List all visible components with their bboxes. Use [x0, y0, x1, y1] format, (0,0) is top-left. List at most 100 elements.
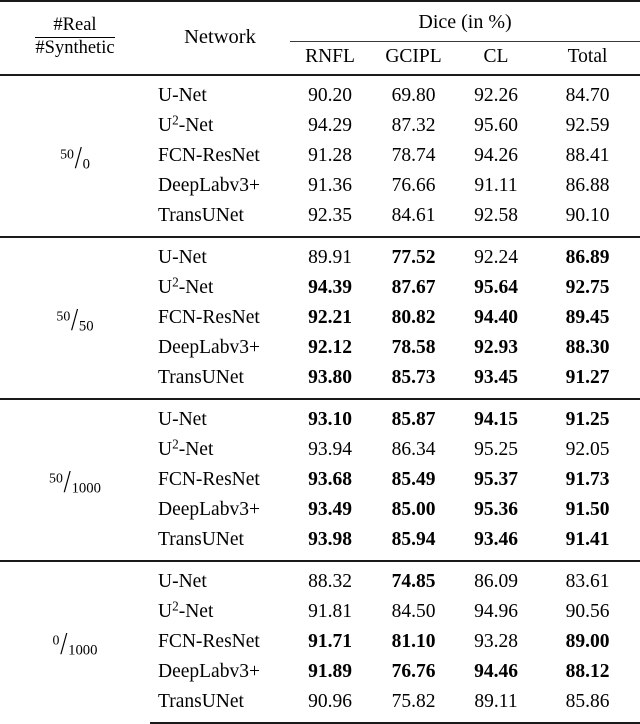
cell-dice-gcipl: 75.82	[370, 687, 457, 724]
cell-dice-cl: 94.15	[457, 398, 535, 435]
fraction-numerator: 50	[56, 308, 71, 324]
cell-dice-gcipl: 85.94	[391, 529, 436, 550]
cell-network-name: U-Net	[150, 398, 290, 435]
table-block: 50/1000 U-Net 93.10 85.87 94.15 91.25 U2-Net 93…	[0, 398, 640, 561]
superscript: 2	[172, 598, 179, 614]
cell-dice-gcipl: 85.73	[391, 367, 436, 388]
cell-dice-rnfl: 91.71	[308, 631, 352, 652]
cell-network-name: U2-Net	[158, 598, 214, 623]
cell-dice-total: 91.25	[535, 398, 640, 435]
table-row: 50/0 U-Net 90.20 69.80 92.26 84.70	[0, 74, 640, 237]
table-block: 0/1000 U-Net 88.32 74.85 86.09 83.61 U2-Net 91.…	[0, 560, 640, 724]
cell-dice-total: 92.59	[565, 115, 610, 136]
cell-dice-total: 91.73	[565, 469, 610, 490]
header-col-gcipl: GCIPL	[370, 41, 457, 75]
cell-dice-cl: 94.26	[474, 145, 518, 166]
cell-dice-gcipl: 69.80	[370, 74, 457, 111]
row-group-ratio-label: 0/1000	[0, 560, 150, 723]
ratio-fraction: #Real #Synthetic	[35, 16, 115, 58]
cell-dice-rnfl: 90.96	[290, 687, 370, 724]
cell-dice-rnfl: 94.29	[308, 115, 352, 136]
cell-dice-total: 84.70	[535, 74, 640, 111]
cell-dice-gcipl: 76.66	[391, 175, 436, 196]
cell-dice-total: 89.00	[565, 631, 610, 652]
cell-dice-cl: 89.11	[457, 687, 535, 724]
fraction-denominator: 0	[82, 156, 90, 173]
dice-results-table: #Real #Synthetic Network Dice (in %) RNF…	[0, 0, 640, 724]
table-row: 50/1000 U-Net 93.10 85.87 94.15 91.25	[0, 398, 640, 561]
cell-dice-cl: 93.46	[474, 529, 518, 550]
cell-dice-rnfl: 91.89	[308, 661, 352, 682]
cell-network-name: TransUNet	[150, 687, 290, 724]
nice-fraction: 0/1000	[52, 625, 98, 662]
fraction-slash: /	[74, 139, 82, 176]
fraction-denominator: 1000	[68, 642, 98, 659]
cell-dice-total: 86.88	[565, 175, 610, 196]
fraction-slash: /	[60, 625, 68, 662]
cell-dice-cl: 94.46	[474, 661, 518, 682]
cell-network-name: FCN-ResNet	[158, 145, 260, 167]
cell-dice-rnfl: 94.39	[308, 277, 352, 298]
cell-dice-rnfl: 92.21	[308, 307, 352, 328]
cell-dice-gcipl: 86.34	[391, 439, 436, 460]
cell-dice-cl: 95.37	[474, 469, 518, 490]
cell-network-name: FCN-ResNet	[158, 631, 260, 653]
nice-fraction: 50/0	[60, 139, 90, 176]
cell-dice-rnfl: 89.91	[290, 236, 370, 273]
cell-dice-cl: 94.96	[474, 601, 518, 622]
cell-dice-gcipl: 77.52	[370, 236, 457, 273]
header-dice-group: Dice (in %)	[290, 0, 640, 42]
cell-dice-total: 90.10	[565, 205, 610, 226]
cell-dice-total: 91.27	[565, 367, 610, 388]
nice-fraction: 50/1000	[49, 465, 101, 497]
cell-dice-total: 91.50	[565, 499, 610, 520]
cell-network-name: U-Net	[150, 236, 290, 273]
cell-network-name: DeepLabv3+	[158, 661, 260, 683]
cell-dice-gcipl: 81.10	[391, 631, 436, 652]
cell-dice-total: 86.89	[535, 236, 640, 273]
cell-dice-cl: 92.26	[457, 74, 535, 111]
fraction-numerator: 0	[52, 632, 60, 648]
cell-dice-cl: 92.24	[457, 236, 535, 273]
cell-dice-total: 91.41	[565, 529, 610, 550]
cell-network-name: U2-Net	[158, 436, 214, 461]
cell-dice-rnfl: 88.32	[290, 560, 370, 597]
cell-dice-rnfl: 91.36	[308, 175, 352, 196]
cell-dice-rnfl: 93.94	[308, 439, 352, 460]
nice-fraction: 50/50	[56, 303, 93, 335]
table-row: 0/1000 U-Net 88.32 74.85 86.09 83.61	[0, 560, 640, 723]
cell-dice-gcipl: 85.00	[391, 499, 436, 520]
cell-network-name: DeepLabv3+	[158, 337, 260, 359]
superscript: 2	[172, 112, 179, 128]
table-header: #Real #Synthetic Network Dice (in %) RNF…	[0, 0, 640, 75]
cell-dice-cl: 92.58	[474, 205, 518, 226]
cell-dice-gcipl: 74.85	[370, 560, 457, 597]
cell-dice-gcipl: 84.50	[391, 601, 436, 622]
cell-dice-total: 92.75	[565, 277, 610, 298]
cell-dice-rnfl: 93.68	[308, 469, 352, 490]
cell-network-name: U-Net	[150, 560, 290, 597]
cell-dice-total: 83.61	[535, 560, 640, 597]
cell-dice-rnfl: 93.80	[308, 367, 352, 388]
cell-dice-gcipl: 78.58	[391, 337, 436, 358]
superscript: 2	[172, 436, 179, 452]
cell-network-name: U2-Net	[158, 274, 214, 299]
cell-network-name: U2-Net	[158, 112, 214, 137]
row-group-ratio-label: 50/50	[0, 236, 150, 399]
cell-network-name: TransUNet	[158, 205, 244, 227]
cell-dice-total: 88.41	[565, 145, 610, 166]
cell-dice-total: 88.12	[565, 661, 610, 682]
cell-dice-total: 88.30	[565, 337, 610, 358]
fraction-numerator: 50	[60, 146, 74, 162]
cell-dice-gcipl: 85.87	[370, 398, 457, 435]
cell-dice-rnfl: 90.20	[290, 74, 370, 111]
cell-dice-cl: 95.64	[474, 277, 518, 298]
ratio-numerator-label: #Real	[35, 16, 115, 38]
cell-dice-total: 90.56	[565, 601, 610, 622]
cell-dice-cl: 95.36	[474, 499, 518, 520]
header-col-total: Total	[535, 41, 640, 75]
cell-network-name: DeepLabv3+	[158, 499, 260, 521]
cell-network-name: FCN-ResNet	[158, 307, 260, 329]
cell-dice-cl: 95.60	[474, 115, 518, 136]
cell-network-name: DeepLabv3+	[158, 175, 260, 197]
